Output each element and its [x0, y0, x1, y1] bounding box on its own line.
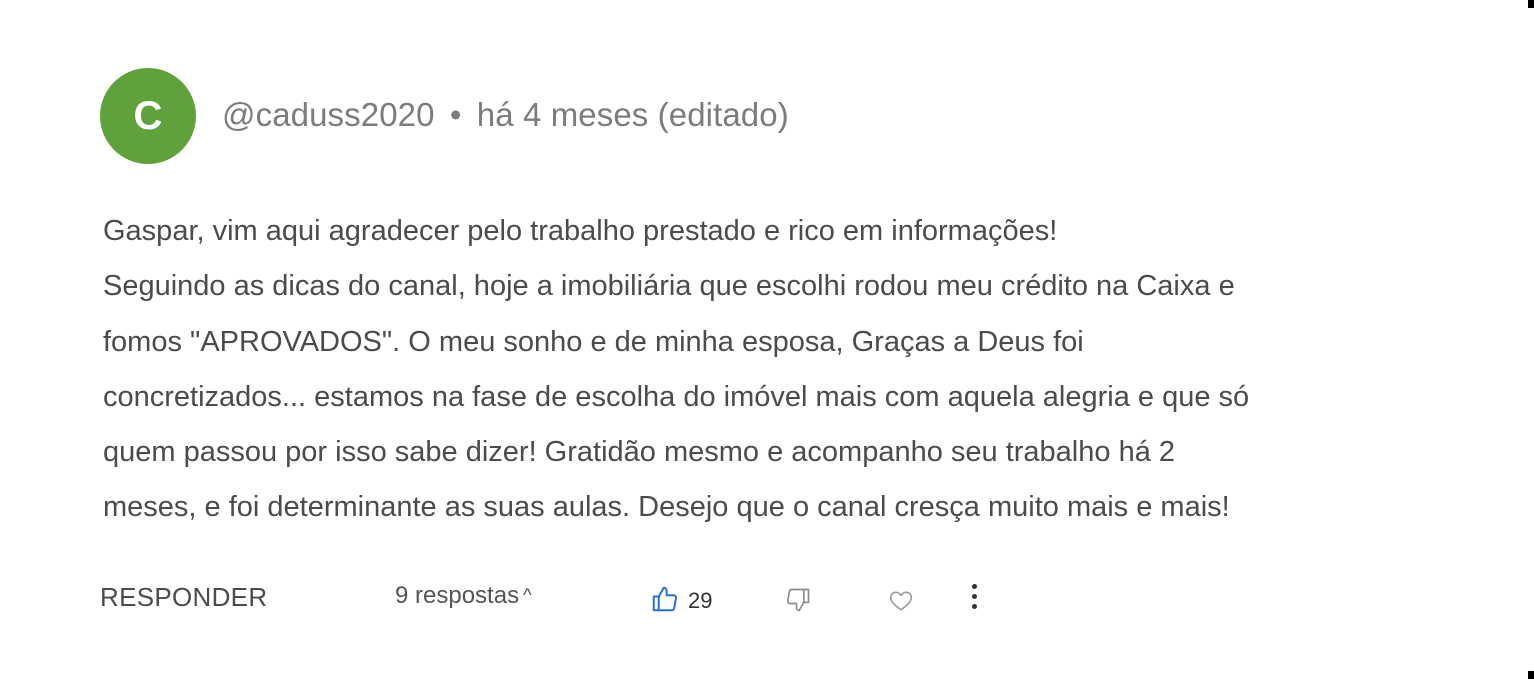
heart-button[interactable]	[888, 588, 914, 621]
comment-line: Gaspar, vim aqui agradecer pelo trabalho…	[103, 215, 1058, 247]
corner-mark	[1528, 671, 1534, 679]
thumbs-down-icon	[786, 588, 810, 612]
more-options-button[interactable]	[966, 580, 982, 620]
avatar[interactable]: C	[100, 68, 196, 164]
replies-label: 9 respostas	[395, 582, 520, 609]
more-dot	[971, 594, 977, 599]
reply-button[interactable]: RESPONDER	[100, 582, 267, 613]
author-name[interactable]: @caduss2020	[222, 96, 435, 133]
comment-meta: @caduss2020 • há 4 meses (editado)	[222, 96, 789, 134]
chevron-up-icon: ^	[523, 585, 532, 605]
meta-separator: •	[449, 96, 462, 133]
more-dot	[971, 604, 977, 609]
comment-timestamp[interactable]: há 4 meses (editado)	[477, 96, 789, 133]
corner-mark	[1528, 0, 1534, 8]
avatar-initial: C	[133, 93, 163, 138]
like-count: 29	[688, 588, 713, 613]
like-button[interactable]: 29	[650, 584, 712, 614]
comment-card: C @caduss2020 • há 4 meses (editado) Gas…	[0, 0, 1534, 679]
thumbs-up-icon	[652, 586, 678, 612]
heart-icon	[889, 591, 913, 611]
dislike-button[interactable]	[784, 586, 812, 621]
comment-line: meses, e foi determinante as suas aulas.…	[103, 491, 1230, 524]
more-vertical-icon	[971, 584, 977, 589]
comment-text: Gaspar, vim aqui agradecer pelo trabalho…	[103, 204, 1463, 536]
comment-line: fomos "APROVADOS". O meu sonho e de minh…	[103, 325, 1084, 358]
comment-line: concretizados... estamos na fase de esco…	[103, 380, 1250, 413]
replies-toggle[interactable]: 9 respostas ^	[395, 582, 532, 610]
comment-line: Seguindo as dicas do canal, hoje a imobi…	[103, 270, 1235, 303]
comment-actions: RESPONDER 9 respostas ^ 29	[0, 576, 1534, 626]
comment-line: quem passou por isso sabe dizer! Gratidã…	[103, 436, 1176, 469]
